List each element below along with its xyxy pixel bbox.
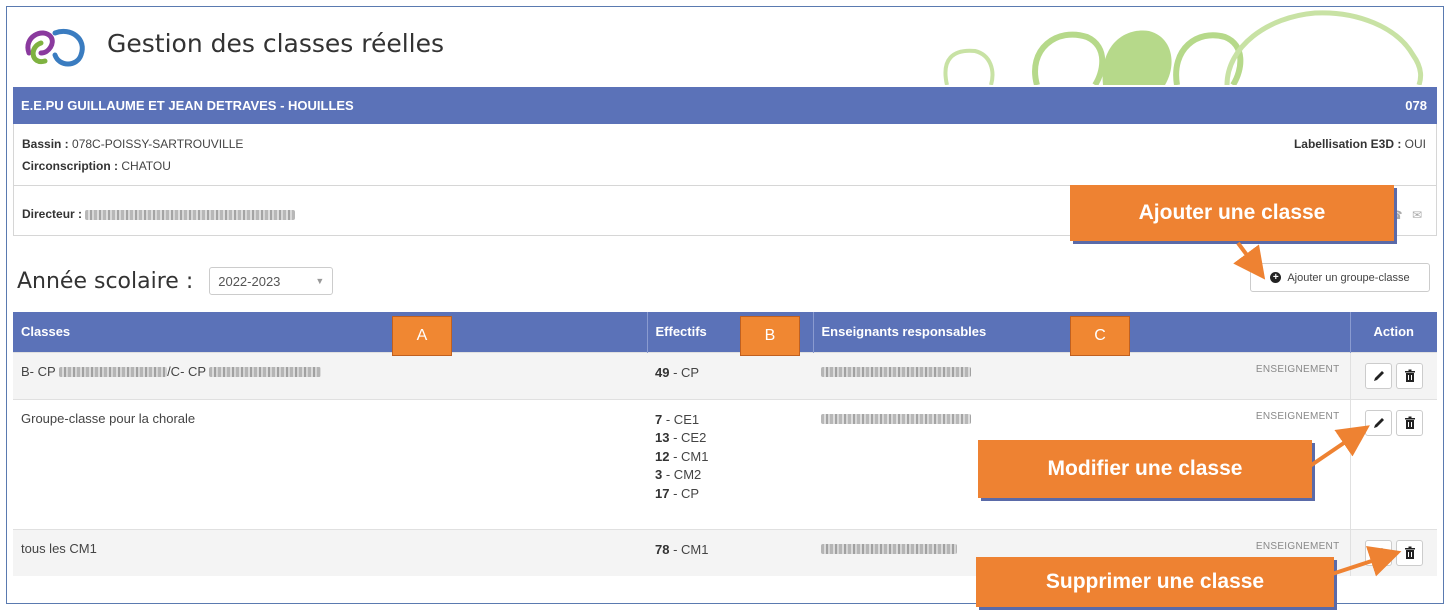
pencil-icon [1373, 417, 1384, 428]
callout-add-class: Ajouter une classe [1070, 185, 1394, 241]
edit-class-button[interactable] [1364, 409, 1392, 436]
school-name: E.E.PU GUILLAUME ET JEAN DETRAVES - HOUI… [21, 98, 354, 113]
bassin-value: 078C-POISSY-SARTROUVILLE [72, 137, 244, 151]
year-selector-row: Année scolaire : 2022-2023 ▼ [17, 267, 334, 295]
labellisation-value: OUI [1404, 137, 1426, 151]
teacher-role: ENSEIGNEMENT [1255, 363, 1340, 375]
teacher-name-redacted [821, 367, 971, 378]
directeur-label: Directeur : [22, 207, 83, 221]
actions-cell [1349, 398, 1437, 529]
trash-icon [1404, 416, 1415, 429]
class-name-cell: B- CP /C- CP [13, 351, 647, 399]
year-label: Année scolaire : [17, 268, 194, 294]
callout-edit-class: Modifier une classe [978, 440, 1312, 498]
callout-delete-class: Supprimer une classe [976, 557, 1334, 607]
mail-icon[interactable]: ✉ [1412, 208, 1422, 222]
trash-icon [1404, 546, 1415, 559]
chevron-down-icon: ▼ [315, 276, 325, 286]
year-select[interactable]: 2022-2023 ▼ [209, 267, 334, 295]
delete-class-button[interactable] [1395, 362, 1423, 389]
labellisation-label: Labellisation E3D : [1293, 137, 1402, 151]
edit-class-button[interactable] [1364, 539, 1392, 566]
edit-class-button[interactable] [1364, 362, 1392, 389]
pencil-icon [1373, 547, 1384, 558]
year-select-value: 2022-2023 [218, 273, 281, 289]
annotation-label-c: C [1070, 316, 1130, 356]
header-action: Action [1350, 312, 1437, 352]
teacher-name-redacted [821, 544, 957, 555]
school-code: 078 [1405, 98, 1427, 113]
school-bar: E.E.PU GUILLAUME ET JEAN DETRAVES - HOUI… [13, 87, 1437, 124]
header-classes: Classes [13, 312, 648, 352]
add-group-class-button[interactable]: + Ajouter un groupe-classe [1250, 263, 1430, 292]
actions-cell [1349, 351, 1437, 399]
directeur-name-redacted [85, 209, 296, 220]
circonscription-value: CHATOU [121, 159, 171, 173]
delete-class-button[interactable] [1395, 539, 1423, 566]
effectifs-cell: 49 - CP [647, 351, 813, 399]
circonscription-label: Circonscription : [22, 159, 119, 173]
pencil-icon [1373, 370, 1384, 381]
teachers-cell: ENSEIGNEMENT [813, 351, 1350, 399]
plus-circle-icon: + [1270, 272, 1282, 283]
class-name-cell: tous les CM1 [13, 528, 647, 576]
annotation-label-b: B [740, 316, 800, 356]
app-header: Gestion des classes réelles [7, 7, 1443, 85]
bassin-label: Bassin : [22, 137, 69, 151]
effectifs-cell: 78 - CM1 [647, 528, 813, 576]
teacher-role: ENSEIGNEMENT [1255, 410, 1340, 422]
class-name-cell: Groupe-classe pour la chorale [13, 398, 647, 529]
decorative-shapes [943, 10, 1424, 85]
actions-cell [1349, 528, 1437, 576]
app-frame: Gestion des classes réelles E.E.PU GUILL… [6, 6, 1444, 604]
delete-class-button[interactable] [1395, 409, 1423, 436]
school-details: Bassin : 078C-POISSY-SARTROUVILLE Circon… [14, 124, 1436, 186]
teacher-name-redacted [821, 414, 971, 425]
effectifs-cell: 7 - CE1 13 - CE2 12 - CM1 3 - CM2 17 - C… [647, 398, 813, 529]
teacher-role: ENSEIGNEMENT [1255, 540, 1340, 552]
table-row: B- CP /C- CP 49 - CP ENSEIGNEMENT [13, 351, 1437, 399]
add-group-class-label: Ajouter un groupe-classe [1287, 271, 1410, 284]
app-logo-icon [25, 29, 85, 67]
annotation-label-a: A [392, 316, 452, 356]
page-title: Gestion des classes réelles [107, 29, 445, 58]
trash-icon [1404, 369, 1415, 382]
